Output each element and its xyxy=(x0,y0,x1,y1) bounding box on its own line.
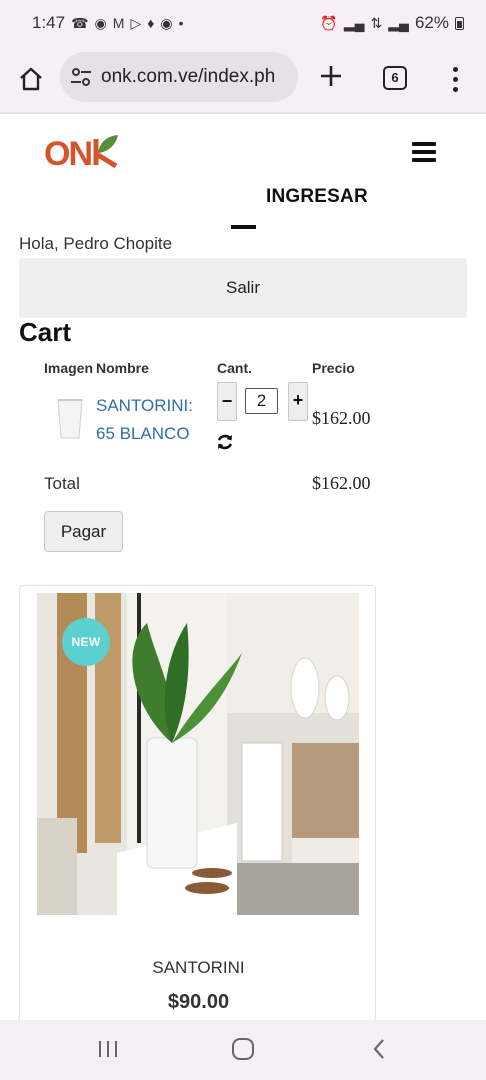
column-header-price: Precio xyxy=(312,360,355,376)
menu-dot xyxy=(452,76,458,82)
battery-icon xyxy=(455,16,464,30)
hamburger-line xyxy=(412,150,436,154)
column-header-image: Imagen xyxy=(44,360,94,376)
pay-button[interactable]: Pagar xyxy=(44,511,123,552)
svg-text:ON: ON xyxy=(44,135,91,169)
nav-active-indicator xyxy=(231,225,256,229)
refresh-icon[interactable] xyxy=(216,433,234,451)
qty-decrease-button[interactable]: − xyxy=(217,382,237,421)
browser-menu-button[interactable] xyxy=(445,64,465,94)
cart-title: Cart xyxy=(19,317,72,347)
signal-icon: ▂▄ xyxy=(343,15,365,31)
product-price: $90.00 xyxy=(167,991,230,1013)
browser-toolbar: onk.com.ve/index.ph 6 xyxy=(0,46,486,112)
data-icon: ⇅ xyxy=(370,15,383,31)
tinder-icon: ♦ xyxy=(147,15,155,31)
site-logo[interactable]: ON xyxy=(44,133,120,169)
home-button[interactable] xyxy=(16,64,46,94)
plus-icon xyxy=(321,66,341,86)
status-right: ⏰ ▂▄ ⇅ ▂▄ 62% xyxy=(320,13,464,33)
qty-increase-button[interactable]: + xyxy=(288,382,308,421)
qty-input[interactable] xyxy=(245,388,278,414)
menu-dot xyxy=(452,66,458,72)
url-text[interactable]: onk.com.ve/index.ph xyxy=(101,66,275,88)
column-header-qty: Cant. xyxy=(217,360,252,376)
product-name[interactable]: SANTORINI xyxy=(20,958,375,978)
user-greeting: Hola, Pedro Chopite xyxy=(19,234,173,253)
total-value: $162.00 xyxy=(312,473,371,493)
facebook-icon: ◉ xyxy=(160,15,173,31)
logout-button[interactable]: Salir xyxy=(19,258,467,318)
toolbar-divider xyxy=(0,112,486,114)
site-settings-icon[interactable] xyxy=(68,64,94,90)
play-icon: ▷ xyxy=(130,15,142,31)
hamburger-line xyxy=(412,142,436,146)
signal-icon: ▂▄ xyxy=(388,15,409,31)
new-tab-button[interactable] xyxy=(316,61,346,91)
system-nav-bar xyxy=(0,1020,486,1080)
column-header-name: Nombre xyxy=(96,360,149,376)
dot-icon: • xyxy=(178,15,184,31)
battery-percent: 62% xyxy=(414,13,449,32)
recent-apps-icon[interactable] xyxy=(97,1039,119,1059)
cart-item-price: $162.00 xyxy=(312,408,371,428)
home-icon xyxy=(20,67,42,91)
menu-dot xyxy=(452,86,458,92)
whatsapp-icon: ☎ xyxy=(71,15,89,31)
gmail-icon: M xyxy=(112,15,125,31)
status-bar: 1:47 ☎ ◉ M ▷ ♦ ◉ • ⏰ ▂▄ ⇅ ▂▄ 62% xyxy=(0,0,486,46)
total-label: Total xyxy=(44,474,80,493)
home-nav-icon[interactable] xyxy=(231,1037,255,1061)
hamburger-menu-button[interactable] xyxy=(412,142,436,162)
address-bar[interactable]: onk.com.ve/index.ph xyxy=(60,52,298,102)
onk-logo-icon: ON xyxy=(44,135,118,169)
alarm-icon: ⏰ xyxy=(320,15,338,31)
messenger-icon: ◉ xyxy=(94,15,107,31)
login-link[interactable]: INGRESAR xyxy=(266,186,368,208)
cart-item-thumbnail[interactable] xyxy=(56,398,84,440)
product-card[interactable]: NEW SANTORINI $90.00 xyxy=(19,585,376,1045)
hamburger-line xyxy=(412,158,436,162)
back-icon[interactable] xyxy=(371,1037,387,1061)
tab-switcher-button[interactable]: 6 xyxy=(383,66,407,90)
new-badge: NEW xyxy=(62,618,110,666)
status-time: 1:47 xyxy=(32,13,66,32)
cart-item-name-link[interactable]: SANTORINI: 65 BLANCO xyxy=(96,392,216,448)
status-left: 1:47 ☎ ◉ M ▷ ♦ ◉ • xyxy=(32,13,184,33)
